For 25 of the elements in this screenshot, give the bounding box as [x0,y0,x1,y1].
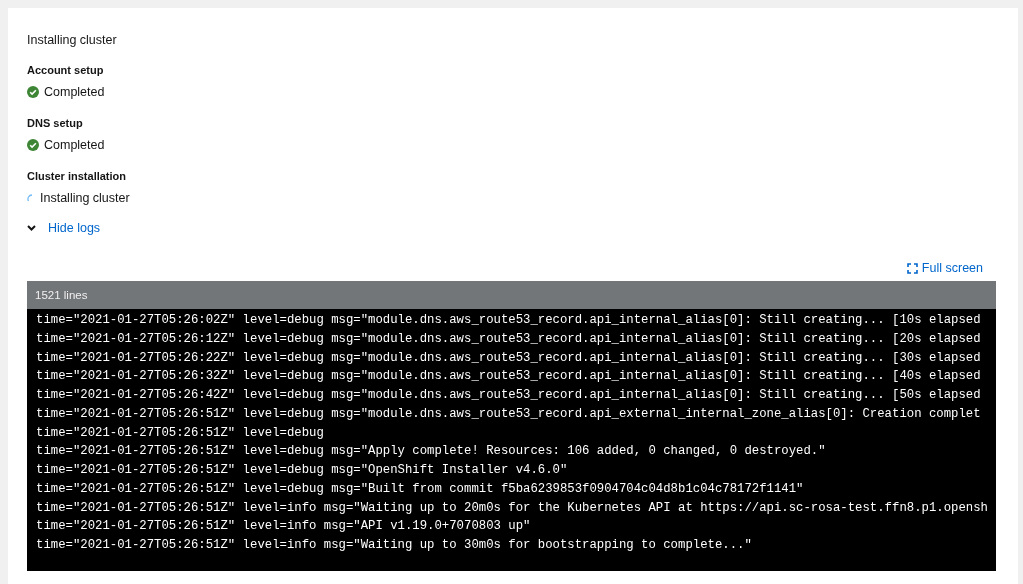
chevron-icon [27,225,36,231]
line-count: 1521 lines [35,289,88,301]
step-status: Completed [44,85,105,99]
full-screen-link[interactable]: Full screen [906,261,983,275]
log-line: time="2021-01-27T05:26:51Z" level=debug msg="module.dns.aws_route53_record.api_external_internal_zone_alias[0]: Creation complet [36,405,981,423]
log-line: time="2021-01-27T05:26:22Z" level=debug msg="module.dns.aws_route53_record.api_internal_alias[0]: Still creating... [30s elapsed [36,349,981,367]
page-title: Installing cluster [27,33,117,47]
toggle-logs-link[interactable]: Hide logs [27,221,101,235]
step-heading: Account setup [27,64,104,76]
log-line: time="2021-01-27T05:26:32Z" level=debug msg="module.dns.aws_route53_record.api_internal_alias[0]: Still creating... [40s elapsed [36,368,981,386]
step-heading: Cluster installation [27,170,127,182]
log-line: time="2021-01-27T05:26:51Z" level=debug msg="Built from commit f5ba6239853f0904704c04d8b1c04c78172f1141" [36,480,804,498]
log-line: time="2021-01-27T05:26:02Z" level=debug msg="module.dns.aws_route53_record.api_internal_alias[0]: Still creating... [10s elapsed [36,312,981,329]
log-line: time="2021-01-27T05:26:42Z" level=debug msg="module.dns.aws_route53_record.api_internal_alias[0]: Still creating... [50s elapsed [36,387,981,404]
step-status: Completed [44,138,105,152]
log-line: time="2021-01-27T05:26:51Z" level=info msg="Waiting up to 30m0s for bootstrapping to complete..." [36,537,752,554]
step-heading: DNS setup [27,117,83,129]
expand-icon [906,262,918,274]
log-line: time="2021-01-27T05:26:12Z" level=debug msg="module.dns.aws_route53_record.api_internal_alias[0]: Still creating... [20s elapsed [36,330,981,348]
step-status: Installing cluster [40,191,130,205]
log-line: time="2021-01-27T05:26:51Z" level=debug msg="OpenShift Installer v4.6.0" [36,462,568,479]
log-line: time="2021-01-27T05:26:51Z" level=info msg="Waiting up to 20m0s for the Kubernetes API at https://api.sc-rosa-test.ffn8.p1.opensh [36,499,988,517]
log-line: time="2021-01-27T05:26:51Z" level=debug msg="Apply complete! Resources: 106 added, 0 changed, 0 destroyed." [36,443,826,461]
log-line: time="2021-01-27T05:26:51Z" level=info msg="API v1.19.0+7070803 up" [36,518,531,536]
log-line: time="2021-01-27T05:26:51Z" level=debug [36,424,324,442]
